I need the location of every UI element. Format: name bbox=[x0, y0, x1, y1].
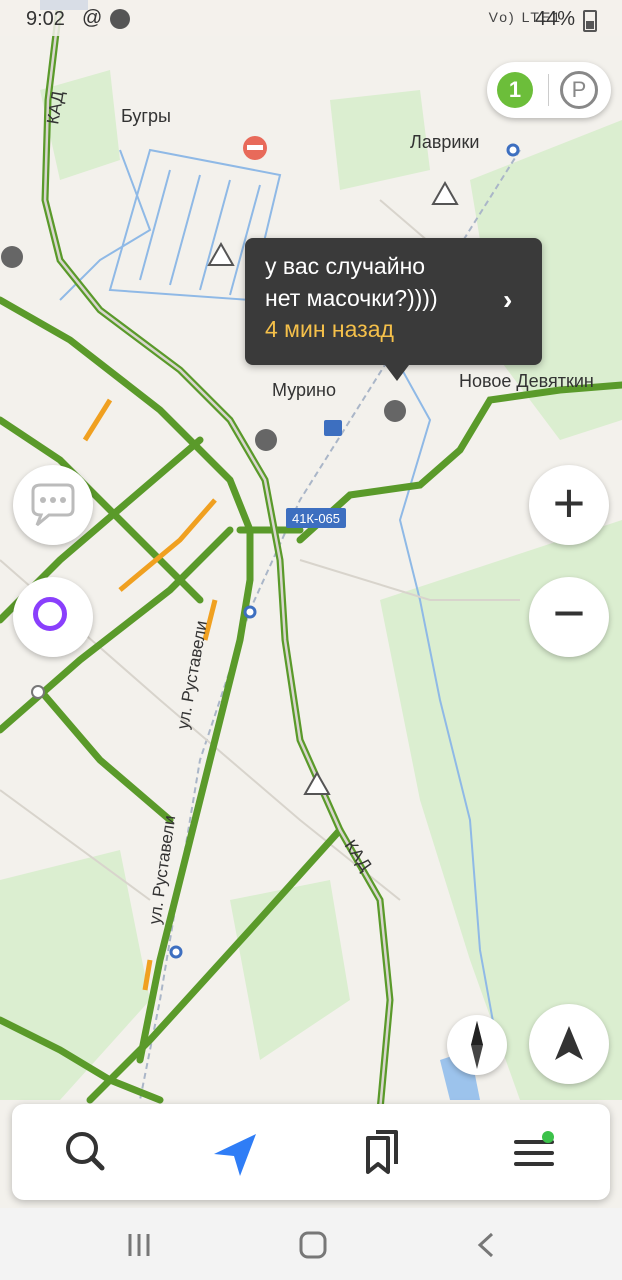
tab-bookmarks[interactable] bbox=[334, 1104, 434, 1200]
chat-button[interactable] bbox=[13, 465, 93, 545]
place-label-novoe-devyatkino: Новое Девяткин bbox=[459, 371, 594, 391]
alice-assistant-button[interactable] bbox=[13, 577, 93, 657]
compass-button[interactable] bbox=[447, 1015, 507, 1075]
tab-navigator[interactable] bbox=[184, 1104, 284, 1200]
location-arrow-icon bbox=[555, 1026, 583, 1060]
no-entry-icon[interactable] bbox=[243, 136, 267, 160]
zoom-in-button[interactable]: + bbox=[529, 465, 609, 545]
plus-icon: + bbox=[552, 471, 586, 534]
place-label-bugry: Бугры bbox=[121, 106, 171, 126]
home-icon[interactable] bbox=[296, 1228, 330, 1262]
place-label-murino: Мурино bbox=[272, 380, 336, 400]
svg-text:41К-065: 41К-065 bbox=[292, 511, 340, 526]
compass-icon bbox=[471, 1021, 483, 1069]
navigation-arrow-icon bbox=[214, 1134, 256, 1176]
back-icon[interactable] bbox=[472, 1230, 502, 1260]
chat-message-time: 4 мин назад bbox=[265, 316, 394, 342]
chat-message-bubble[interactable]: у вас случайно нет масочки?)))) 4 мин на… bbox=[245, 238, 542, 381]
battery-icon bbox=[583, 10, 597, 32]
road-number-badge: 41К-065 bbox=[286, 508, 346, 528]
parking-button[interactable]: P bbox=[560, 71, 598, 109]
bus-stop-icon[interactable] bbox=[324, 420, 342, 436]
my-location-button[interactable] bbox=[529, 1004, 609, 1084]
chevron-right-icon: › bbox=[503, 284, 513, 315]
alice-icon bbox=[33, 597, 67, 631]
chat-message-text: у вас случайно нет масочки?)))) bbox=[265, 253, 438, 311]
recent-apps-icon[interactable] bbox=[122, 1230, 156, 1260]
layers-pill: 1 P bbox=[487, 62, 611, 118]
tab-search[interactable] bbox=[34, 1104, 134, 1200]
zoom-out-button[interactable]: − bbox=[529, 577, 609, 657]
search-icon bbox=[66, 1132, 105, 1171]
tab-menu[interactable] bbox=[484, 1104, 584, 1200]
pill-divider bbox=[548, 74, 549, 106]
traffic-level-button[interactable]: 1 bbox=[497, 72, 533, 108]
notification-icon bbox=[110, 9, 130, 29]
system-navigation-bar bbox=[0, 1208, 622, 1280]
at-icon: @ bbox=[82, 7, 103, 29]
status-time: 9:02 bbox=[26, 8, 65, 30]
battery-percent: 44% bbox=[535, 8, 576, 30]
junction-icon bbox=[31, 685, 45, 699]
minus-icon: − bbox=[552, 581, 586, 644]
bottom-tab-bar bbox=[12, 1104, 610, 1200]
place-label-lavriki: Лаврики bbox=[410, 132, 479, 152]
bookmarks-icon bbox=[366, 1130, 398, 1174]
status-bar: 9:02 @ Vo) LTE1 44% bbox=[0, 0, 622, 36]
menu-icon bbox=[514, 1131, 554, 1166]
chat-icon bbox=[31, 483, 75, 527]
